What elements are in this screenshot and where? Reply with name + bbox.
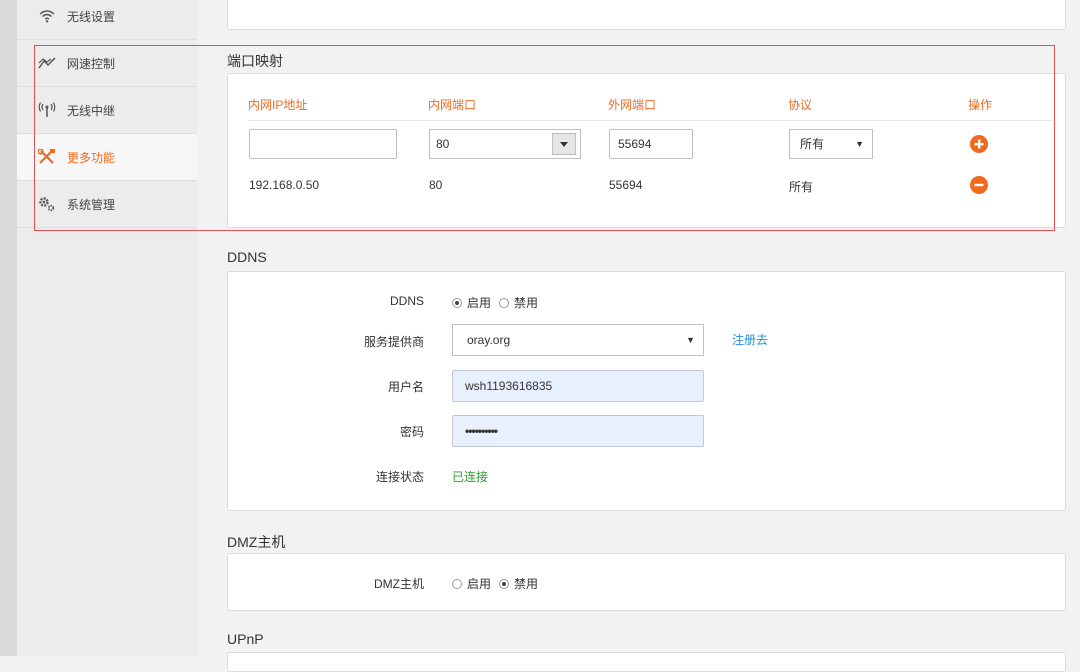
connection-status-value: 已连接 [452, 470, 489, 484]
sidebar-item-wireless-relay[interactable]: 无线中继 [17, 87, 197, 134]
rule-internal-port: 80 [429, 178, 443, 192]
external-port-input[interactable]: 55694 [609, 129, 693, 159]
left-edge-strip [0, 0, 17, 656]
sidebar: 无线设置 网速控制 无线中继 更多功能 系统管理 [17, 0, 197, 656]
sidebar-item-label: 无线中继 [67, 103, 116, 118]
rule-protocol: 所有 [789, 180, 814, 194]
gears-icon [37, 196, 57, 212]
minus-icon [974, 183, 984, 187]
sidebar-item-label: 无线设置 [67, 9, 116, 24]
main-content: 端口映射 内网IP地址 内网端口 外网端口 协议 操作 80 55694 所有 … [197, 0, 1080, 672]
ddns-title: DDNS [227, 249, 267, 265]
internal-port-combo[interactable]: 80 [429, 129, 581, 159]
ddns-panel: DDNS 启用 禁用 服务提供商 oray.org ▼ 注册去 用户名 wsh1… [227, 271, 1066, 511]
connection-status-label: 连接状态 [375, 470, 424, 484]
password-input[interactable]: •••••••••• [452, 415, 704, 447]
password-label: 密码 [399, 425, 424, 439]
internal-port-value: 80 [436, 137, 450, 151]
sidebar-item-more-functions[interactable]: 更多功能 [17, 134, 197, 181]
dmz-on-radio[interactable] [452, 578, 462, 589]
ddns-enable-label: DDNS [389, 294, 424, 308]
tools-icon [37, 149, 57, 165]
header-divider [248, 120, 1053, 121]
caret-down-icon [560, 141, 568, 147]
upnp-panel [227, 652, 1066, 672]
wifi-icon [37, 9, 57, 23]
register-link[interactable]: 注册去 [732, 331, 768, 348]
ddns-enable-radio-group: 启用 禁用 [452, 294, 546, 311]
protocol-select-value: 所有 [800, 137, 825, 151]
internal-ip-input[interactable] [249, 129, 397, 159]
delete-rule-button[interactable] [970, 176, 988, 194]
header-action: 操作 [968, 98, 993, 112]
dmz-off-label: 禁用 [514, 577, 539, 591]
sidebar-item-speed-control[interactable]: 网速控制 [17, 40, 197, 87]
dmz-off-radio[interactable] [499, 578, 510, 589]
sidebar-item-wireless-settings[interactable]: 无线设置 [17, 0, 197, 40]
rule-external-port: 55694 [609, 178, 643, 192]
dmz-title: DMZ主机 [227, 534, 286, 550]
protocol-select[interactable]: 所有 ▼ [789, 129, 873, 159]
provider-select[interactable]: oray.org ▼ [452, 324, 704, 356]
username-label: 用户名 [387, 380, 424, 394]
sidebar-item-label: 更多功能 [67, 150, 116, 165]
sidebar-item-label: 网速控制 [67, 56, 116, 71]
ddns-enable-on-label: 启用 [467, 296, 492, 310]
antenna-icon [37, 102, 57, 118]
sidebar-item-system-management[interactable]: 系统管理 [17, 181, 197, 228]
header-internal-port: 内网端口 [428, 98, 477, 112]
add-rule-button[interactable] [970, 135, 988, 153]
ddns-enable-off-radio[interactable] [499, 297, 510, 308]
rule-ip: 192.168.0.50 [249, 178, 320, 192]
username-input[interactable]: wsh1193616835 [452, 370, 704, 402]
caret-down-icon: ▼ [686, 335, 695, 345]
ddns-enable-on-radio[interactable] [452, 297, 462, 308]
dmz-label: DMZ主机 [374, 577, 424, 591]
ddns-enable-off-label: 禁用 [514, 296, 539, 310]
caret-down-icon: ▼ [855, 139, 864, 149]
previous-section-panel [227, 0, 1066, 30]
plus-icon [974, 139, 984, 149]
header-external-port: 外网端口 [608, 98, 657, 112]
provider-select-value: oray.org [467, 333, 511, 347]
port-mapping-panel: 内网IP地址 内网端口 外网端口 协议 操作 80 55694 所有 ▼ 192… [227, 73, 1066, 228]
dmz-panel: DMZ主机 启用 禁用 [227, 553, 1066, 611]
header-internal-ip: 内网IP地址 [248, 98, 308, 112]
dmz-on-label: 启用 [467, 577, 492, 591]
dmz-radio-group: 启用 禁用 [452, 575, 546, 592]
provider-label: 服务提供商 [363, 335, 424, 349]
speed-chart-icon [37, 56, 57, 70]
header-protocol: 协议 [788, 98, 813, 112]
internal-port-dropdown-button[interactable] [552, 133, 576, 155]
sidebar-item-label: 系统管理 [67, 197, 116, 212]
port-mapping-title: 端口映射 [227, 53, 283, 69]
upnp-title: UPnP [227, 631, 264, 647]
